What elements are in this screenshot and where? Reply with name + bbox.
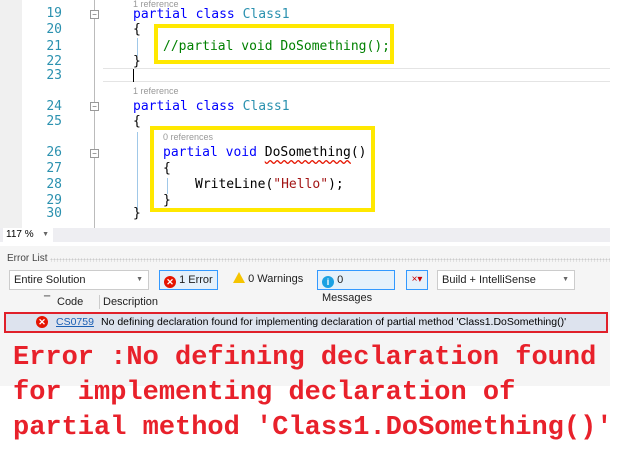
keyword: class: [195, 7, 235, 22]
caption-line-2: for implementing declaration of: [13, 378, 516, 408]
keyword: class: [195, 99, 235, 114]
line-number: 23: [46, 68, 62, 83]
line-number: 24: [46, 99, 62, 114]
chevron-down-icon: ▼: [42, 231, 49, 238]
indent-guide: [137, 132, 138, 210]
errors-filter-button[interactable]: ✕ 1 Error: [159, 270, 218, 290]
line-number: 21: [46, 39, 62, 54]
highlight-box-commented-declaration: [154, 24, 394, 64]
editor-margin: [0, 0, 22, 228]
line-number: 22: [46, 54, 62, 69]
column-header-description[interactable]: Description: [103, 296, 158, 308]
line-number: 25: [46, 114, 62, 129]
code-line-22: }: [133, 54, 141, 69]
type-name: Class1: [242, 99, 290, 114]
line-number: 30: [46, 206, 62, 221]
chevron-down-icon: ▼: [562, 276, 569, 283]
error-icon: ✕: [164, 276, 176, 288]
line-number: 20: [46, 22, 62, 37]
collapse-icon[interactable]: −: [90, 10, 99, 19]
panel-grip[interactable]: [50, 258, 610, 262]
scope-dropdown[interactable]: Entire Solution ▼: [9, 270, 149, 290]
errors-count: 1 Error: [179, 274, 213, 286]
chevron-down-icon: ▼: [136, 276, 143, 283]
code-editor[interactable]: 1 reference 19 20 21 22 23 24 25 26 27 2…: [0, 0, 624, 228]
error-row[interactable]: ✕ CS0759 No defining declaration found f…: [4, 312, 608, 333]
code-line-24: partial class Class1: [133, 99, 290, 114]
zoom-dropdown[interactable]: 117 % ▼: [3, 228, 53, 242]
error-icon: ✕: [36, 316, 48, 328]
line-number: 27: [46, 161, 62, 176]
keyword: partial: [133, 7, 188, 22]
text-caret: [133, 69, 134, 82]
code-line-19: partial class Class1: [133, 7, 290, 22]
collapse-icon[interactable]: −: [90, 102, 99, 111]
zoom-level: 117 %: [6, 229, 34, 240]
caption-line-1: Error :No defining declaration found: [13, 343, 597, 373]
code-line-25: {: [133, 114, 141, 129]
warning-icon: [233, 272, 245, 283]
column-header-code[interactable]: Code: [57, 296, 83, 308]
panel-title: Error List: [7, 253, 48, 264]
clear-filter-button[interactable]: ×▾: [406, 270, 428, 290]
messages-filter-button[interactable]: i 0 Messages: [317, 270, 395, 304]
scope-value: Entire Solution: [14, 274, 86, 286]
build-filter-dropdown[interactable]: Build + IntelliSense ▼: [437, 270, 575, 290]
filter-column-icon[interactable]: ▔: [44, 296, 50, 305]
outline-line: [94, 0, 95, 228]
clear-filter-icon: ×▾: [411, 274, 423, 285]
codelens-references[interactable]: 1 reference: [133, 86, 179, 96]
column-divider[interactable]: [99, 295, 100, 309]
current-line-highlight: [103, 68, 610, 82]
code-line-20: {: [133, 22, 141, 37]
type-name: Class1: [242, 7, 290, 22]
highlight-box-implementation: [150, 126, 375, 212]
warnings-filter-button[interactable]: 0 Warnings: [229, 270, 307, 290]
build-filter-value: Build + IntelliSense: [442, 274, 536, 286]
info-icon: i: [322, 276, 334, 288]
line-number: 19: [46, 6, 62, 21]
editor-status-bar: 117 % ▼: [0, 228, 610, 242]
line-number: 26: [46, 145, 62, 160]
code-line-30: }: [133, 206, 141, 221]
line-number: 28: [46, 177, 62, 192]
keyword: partial: [133, 99, 188, 114]
warnings-count: 0 Warnings: [248, 273, 304, 285]
error-description: No defining declaration found for implem…: [101, 316, 567, 328]
collapse-icon[interactable]: −: [90, 149, 99, 158]
caption-line-3: partial method 'Class1.DoSomething()': [13, 413, 613, 443]
error-code-link[interactable]: CS0759: [56, 314, 94, 331]
